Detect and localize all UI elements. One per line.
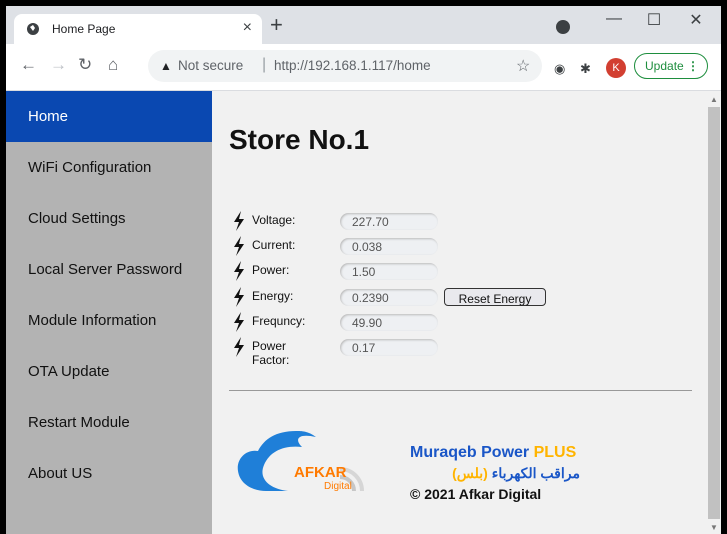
- energy-value: 0.2390: [340, 289, 438, 306]
- minimize-button[interactable]: —: [594, 10, 634, 28]
- forward-icon[interactable]: →: [50, 56, 67, 74]
- sidebar-item-ota-update[interactable]: OTA Update: [6, 346, 212, 397]
- sidebar-item-cloud-settings[interactable]: Cloud Settings: [6, 193, 212, 244]
- sidebar-item-local-server-password[interactable]: Local Server Password: [6, 244, 212, 295]
- sidebar-item-restart-module[interactable]: Restart Module: [6, 397, 212, 448]
- brand-title: Muraqeb Power PLUS: [410, 444, 576, 462]
- avatar[interactable]: K: [606, 58, 626, 78]
- brand-arabic-text: مراقب الكهرباء: [491, 465, 580, 481]
- sidebar-item-wifi-configuration[interactable]: WiFi Configuration: [6, 142, 212, 193]
- scrollbar-thumb[interactable]: [708, 107, 720, 519]
- maximize-button[interactable]: ☐: [634, 10, 674, 30]
- brand-arabic-plus: (بلس): [452, 465, 488, 481]
- tab-title: Home Page: [52, 22, 116, 36]
- brand-plus: PLUS: [533, 444, 577, 461]
- lightning-icon: [234, 287, 244, 307]
- back-icon[interactable]: ←: [20, 56, 37, 74]
- reset-energy-button[interactable]: Reset Energy: [444, 288, 546, 306]
- home-icon[interactable]: ⌂: [108, 56, 118, 74]
- reading-label: Frequncy:: [252, 314, 306, 328]
- extension-circle-icon[interactable]: ◉: [554, 61, 565, 77]
- url-text[interactable]: http://192.168.1.117/home: [274, 58, 431, 73]
- update-button[interactable]: Update ⋮: [634, 53, 708, 79]
- main-panel: Store No.1 Voltage: 227.70 Current: 0.03…: [212, 91, 707, 534]
- sidebar: Home WiFi Configuration Cloud Settings L…: [6, 91, 212, 534]
- browser-toolbar: ← → ↻ ⌂ ▲ Not secure | http://192.168.1.…: [6, 44, 721, 91]
- browser-window: Home Page × + — ☐ ✕ ← → ↻ ⌂ ▲ Not secure…: [6, 6, 721, 534]
- reading-label: Power:: [252, 263, 290, 277]
- page-content: Home WiFi Configuration Cloud Settings L…: [6, 91, 721, 534]
- logo-main-text: AFKAR: [294, 464, 347, 481]
- chrome-profile-icon[interactable]: [556, 20, 570, 34]
- page-title: Store No.1: [229, 124, 370, 155]
- reading-label: Voltage:: [252, 213, 296, 227]
- scroll-down-icon[interactable]: ▼: [710, 523, 718, 532]
- lightning-icon: [234, 337, 244, 357]
- frequency-value: 49.90: [340, 314, 438, 331]
- power-factor-value: 0.17: [340, 339, 438, 356]
- address-bar[interactable]: ▲ Not secure | http://192.168.1.117/home…: [148, 50, 542, 82]
- lightning-icon: [234, 261, 244, 281]
- not-secure-label: Not secure: [178, 58, 244, 73]
- globe-icon: [27, 23, 39, 35]
- tab-close-icon[interactable]: ×: [243, 19, 252, 37]
- update-label: Update: [645, 59, 684, 73]
- afkar-logo: AFKAR Digital: [236, 429, 372, 495]
- brand-name: Muraqeb Power: [410, 444, 530, 461]
- sidebar-item-home[interactable]: Home: [6, 91, 212, 142]
- reading-label: Energy:: [252, 289, 294, 303]
- more-menu-icon: ⋮: [687, 59, 699, 73]
- new-tab-button[interactable]: +: [270, 14, 283, 36]
- current-value: 0.038: [340, 238, 438, 255]
- sidebar-item-module-information[interactable]: Module Information: [6, 295, 212, 346]
- lightning-icon: [234, 312, 244, 332]
- puzzle-extensions-icon[interactable]: ✱: [580, 61, 591, 77]
- tab-bar: Home Page × + — ☐ ✕: [6, 6, 721, 44]
- sidebar-item-about-us[interactable]: About US: [6, 448, 212, 499]
- warning-icon: ▲: [160, 59, 172, 73]
- reading-label: Current:: [252, 238, 296, 252]
- address-separator: |: [262, 56, 267, 73]
- divider: [229, 390, 692, 391]
- reading-label: Power Factor:: [252, 339, 290, 367]
- reload-icon[interactable]: ↻: [78, 56, 92, 74]
- lightning-icon: [234, 236, 244, 256]
- brand-arabic: مراقب الكهرباء (بلس): [410, 465, 580, 482]
- scroll-up-icon[interactable]: ▲: [710, 95, 718, 104]
- voltage-value: 227.70: [340, 213, 438, 230]
- lightning-icon: [234, 211, 244, 231]
- tab-home[interactable]: Home Page ×: [14, 14, 262, 44]
- close-window-button[interactable]: ✕: [676, 10, 716, 30]
- logo-sub-text: Digital: [324, 481, 352, 492]
- power-value: 1.50: [340, 263, 438, 280]
- bookmark-star-icon[interactable]: ☆: [516, 56, 530, 76]
- copyright-text: © 2021 Afkar Digital: [410, 486, 542, 502]
